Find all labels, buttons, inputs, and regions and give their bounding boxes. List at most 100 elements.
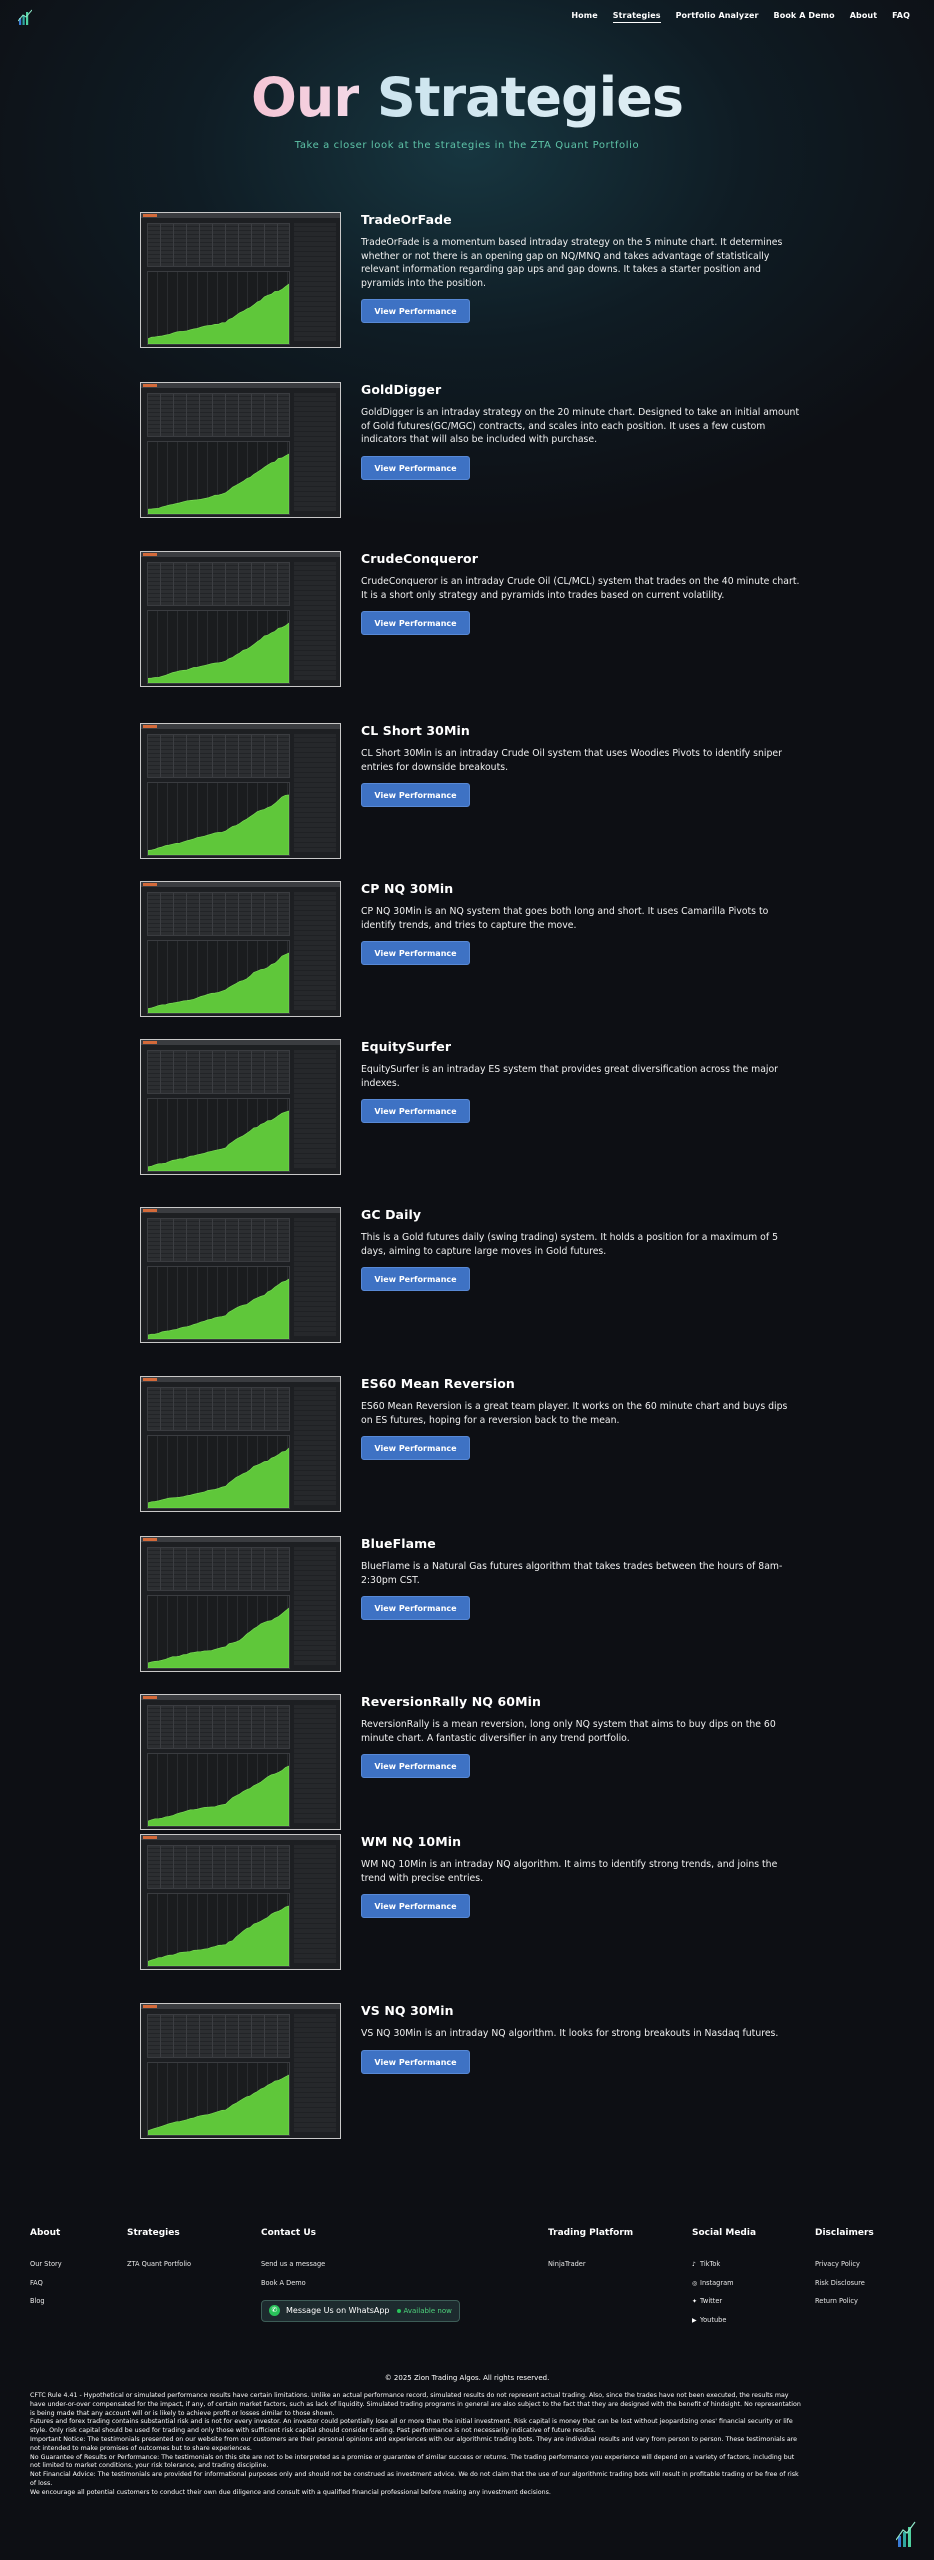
- stats-sidebar: [294, 2014, 336, 2132]
- view-performance-button[interactable]: View Performance: [361, 783, 470, 808]
- footer-link-send-message[interactable]: Send us a message: [261, 2260, 460, 2268]
- footer-link-tiktok[interactable]: ♪ TikTok: [692, 2260, 756, 2268]
- nav-link-faq[interactable]: FAQ: [892, 11, 910, 23]
- performance-screenshot[interactable]: [140, 382, 341, 518]
- twitter-icon: ✦: [692, 2298, 698, 2305]
- footer-link-our-story[interactable]: Our Story: [30, 2260, 62, 2268]
- trade-stats-cells: [148, 563, 289, 605]
- performance-screenshot[interactable]: [140, 1207, 341, 1343]
- strategy-description: BlueFlame is a Natural Gas futures algor…: [361, 1561, 783, 1586]
- strategy-title: VS NQ 30Min: [361, 2003, 454, 2018]
- screenshot-toolbar: [141, 213, 340, 218]
- footer-platform: Trading Platform NinjaTrader: [548, 2228, 633, 2279]
- footer-link-faq[interactable]: FAQ: [30, 2279, 62, 2287]
- trade-stats-cells: [148, 1548, 289, 1590]
- performance-screenshot[interactable]: [140, 1834, 341, 1970]
- footer-link-twitter[interactable]: ✦ Twitter: [692, 2297, 756, 2305]
- trade-stats-grid: [147, 223, 290, 267]
- view-performance-button[interactable]: View Performance: [361, 611, 470, 636]
- strategy-title: CL Short 30Min: [361, 723, 470, 738]
- equity-curve-chart: [147, 2062, 290, 2136]
- footer-heading: Trading Platform: [548, 2228, 634, 2238]
- footer-link-label: Twitter: [700, 2297, 723, 2305]
- footer-link-label: Instagram: [700, 2278, 734, 2287]
- strategy-title: CrudeConqueror: [361, 551, 478, 566]
- view-performance-button[interactable]: View Performance: [361, 1436, 470, 1461]
- tiktok-icon: ♪: [692, 2261, 696, 2268]
- screenshot-toolbar-accent: [143, 1209, 157, 1212]
- view-performance-button[interactable]: View Performance: [361, 1099, 470, 1124]
- footer-link-youtube[interactable]: ▶ Youtube: [692, 2316, 756, 2324]
- youtube-icon: ▶: [692, 2316, 697, 2324]
- trade-stats-cells: [148, 1051, 289, 1093]
- logo-icon[interactable]: [17, 9, 33, 25]
- equity-curve-area: [148, 1765, 289, 1826]
- stats-sidebar: [294, 1218, 336, 1336]
- nav-link-book-a-demo[interactable]: Book A Demo: [774, 11, 835, 23]
- equity-curve-chart: [147, 271, 290, 345]
- online-status-dot: [396, 2308, 401, 2313]
- page-title: Our Strategies: [0, 66, 934, 129]
- view-performance-button[interactable]: View Performance: [361, 1754, 470, 1779]
- footer-heading: Social Media: [692, 2228, 757, 2238]
- view-performance-button[interactable]: View Performance: [361, 1596, 470, 1621]
- trade-stats-cells: [148, 1388, 289, 1430]
- view-performance-button[interactable]: View Performance: [361, 1894, 470, 1919]
- footer-link-label: TikTok: [700, 2260, 721, 2268]
- nav-link-about[interactable]: About: [850, 11, 877, 23]
- view-performance-button[interactable]: View Performance: [361, 455, 470, 480]
- strategy-info: WM NQ 10Min WM NQ 10Min is an intraday NQ…: [361, 1834, 801, 1919]
- strategy-info: ES60 Mean Reversion ES60 Mean Reversion i…: [361, 1376, 801, 1461]
- performance-screenshot[interactable]: [140, 1694, 341, 1830]
- equity-curve-area: [148, 1110, 289, 1171]
- equity-curve-area: [148, 283, 289, 344]
- equity-curve-svg: [148, 794, 289, 855]
- corner-logo-icon[interactable]: [895, 2520, 916, 2548]
- equity-curve-svg: [148, 283, 289, 344]
- strategy-description: VS NQ 30Min is an intraday NQ algorithm.…: [361, 2028, 779, 2039]
- nav-link-portfolio-analyzer[interactable]: Portfolio Analyzer: [676, 11, 759, 23]
- nav-link-home[interactable]: Home: [571, 11, 597, 23]
- performance-screenshot[interactable]: [140, 723, 341, 859]
- strategy-title: CP NQ 30Min: [361, 881, 454, 896]
- trade-stats-grid: [147, 1387, 290, 1431]
- footer-link-ninjatrader[interactable]: NinjaTrader: [548, 2260, 633, 2268]
- strategy-title: GC Daily: [361, 1207, 422, 1222]
- performance-screenshot[interactable]: [140, 2003, 341, 2139]
- footer-link-zta-quant-portfolio[interactable]: ZTA Quant Portfolio: [127, 2260, 191, 2268]
- strategy-description: ReversionRally is a mean reversion, long…: [361, 1719, 776, 1744]
- footer-link-privacy-policy[interactable]: Privacy Policy: [815, 2260, 874, 2268]
- whatsapp-label: Message Us on WhatsApp: [286, 2306, 390, 2315]
- footer-link-book-demo[interactable]: Book A Demo: [261, 2279, 460, 2287]
- disclaimer-paragraph: We encourage all potential customers to …: [30, 2488, 551, 2496]
- page-title-word-2: Strategies: [376, 66, 684, 129]
- nav-link-strategies[interactable]: Strategies: [612, 11, 661, 23]
- footer-link-instagram[interactable]: ◎ Instagram: [692, 2279, 756, 2287]
- trade-stats-cells: [148, 2015, 289, 2057]
- whatsapp-button[interactable]: ✆ Message Us on WhatsApp Available now: [261, 2299, 460, 2322]
- trade-stats-grid: [147, 1218, 290, 1262]
- performance-screenshot[interactable]: [140, 551, 341, 687]
- footer-link-return-policy[interactable]: Return Policy: [815, 2297, 874, 2305]
- strategy-description: TradeOrFade is a momentum based intraday…: [361, 237, 783, 289]
- screenshot-toolbar: [141, 1208, 340, 1213]
- trade-stats-grid: [147, 1050, 290, 1094]
- performance-screenshot[interactable]: [140, 1536, 341, 1672]
- performance-screenshot[interactable]: [140, 1376, 341, 1512]
- equity-curve-chart: [147, 610, 290, 684]
- whatsapp-status: Available now: [403, 2306, 452, 2315]
- view-performance-button[interactable]: View Performance: [361, 1267, 470, 1292]
- footer-link-blog[interactable]: Blog: [30, 2297, 62, 2305]
- performance-screenshot[interactable]: [140, 1039, 341, 1175]
- view-performance-button[interactable]: View Performance: [361, 299, 470, 324]
- screenshot-toolbar: [141, 724, 340, 729]
- view-performance-button[interactable]: View Performance: [361, 2049, 470, 2074]
- whatsapp-icon: ✆: [269, 2305, 280, 2316]
- page-title-word-1: Our: [251, 66, 360, 129]
- view-performance-button[interactable]: View Performance: [361, 941, 470, 966]
- footer-link-risk-disclosure[interactable]: Risk Disclosure: [815, 2279, 874, 2287]
- strategy-info: GC Daily This is a Gold futures daily (sw…: [361, 1207, 801, 1292]
- performance-screenshot[interactable]: [140, 212, 341, 348]
- trade-stats-cells: [148, 1846, 289, 1888]
- performance-screenshot[interactable]: [140, 881, 341, 1017]
